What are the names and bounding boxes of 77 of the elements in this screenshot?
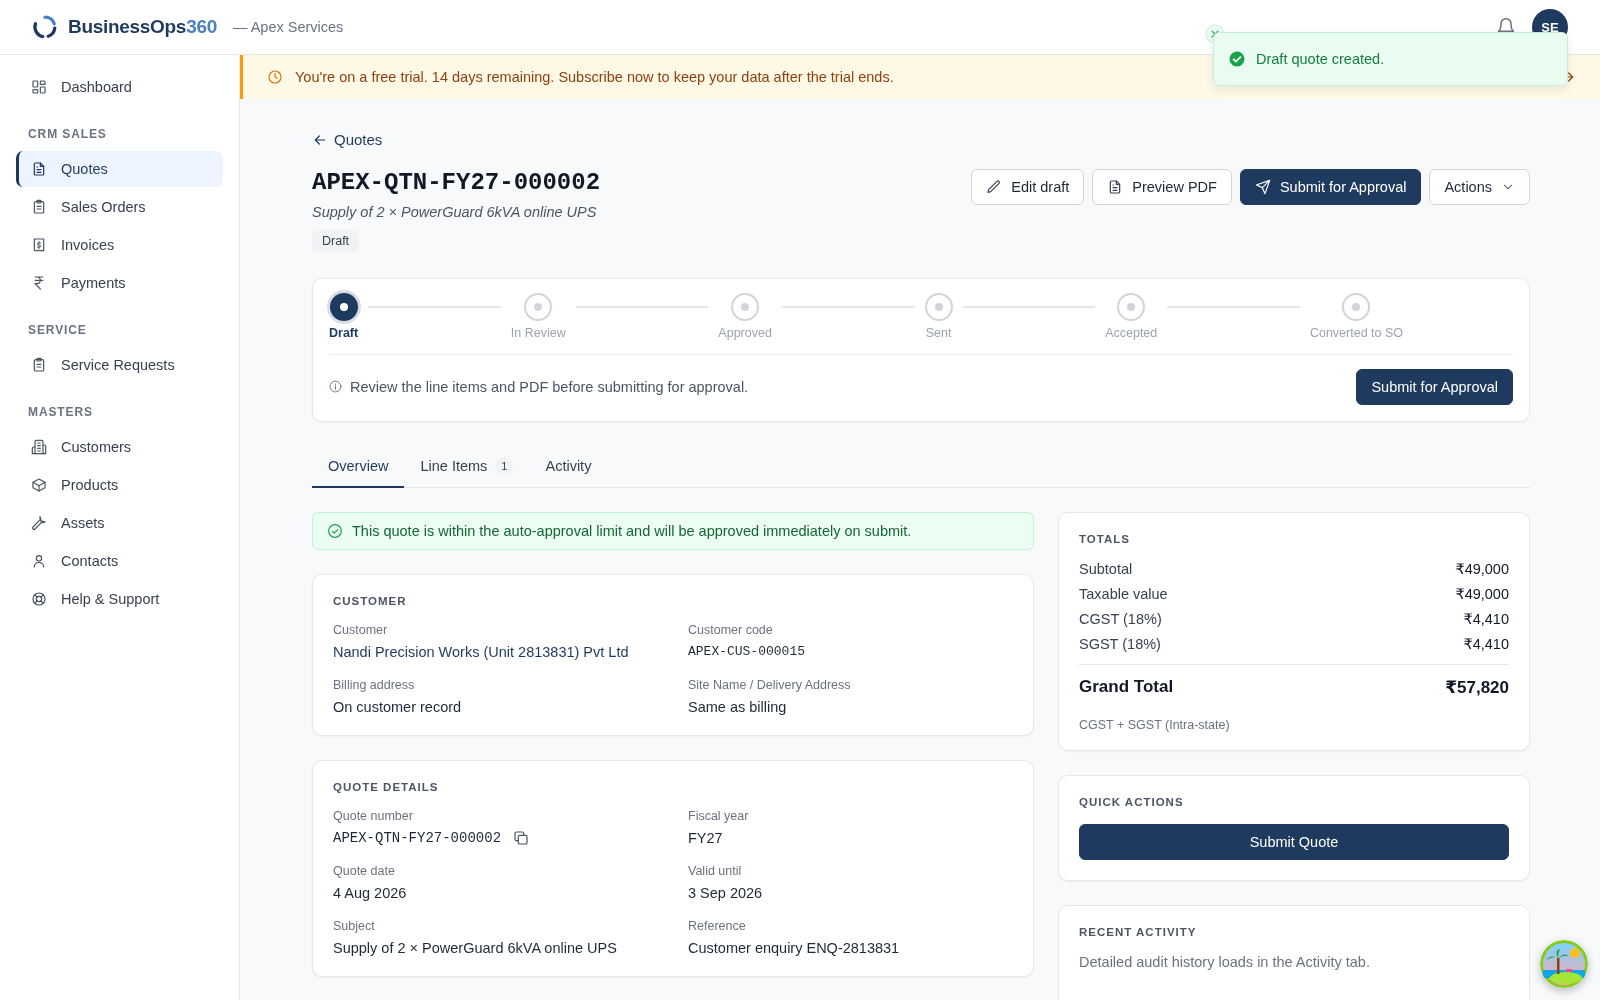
toast-message: Draft quote created.	[1256, 51, 1385, 67]
total-amount: ₹4,410	[1463, 635, 1509, 652]
step-label: Sent	[925, 325, 952, 340]
sidebar-item[interactable]: Contacts	[16, 543, 223, 579]
grand-total-label: Grand Total	[1079, 676, 1174, 698]
field-label: Billing address	[333, 677, 416, 692]
total-label: Taxable value	[1079, 585, 1168, 602]
section-heading: CRM SALES	[27, 127, 108, 141]
sidebar-item[interactable]: Assets	[16, 505, 223, 541]
field-label: Customer code	[688, 622, 774, 637]
field-value: APEX-CUS-000015	[688, 643, 806, 659]
field-label: Subject	[333, 918, 376, 933]
tax-note: CGST + SGST (Intra-state)	[1079, 717, 1231, 732]
total-label: Subtotal	[1079, 560, 1133, 577]
brand-name: BusinessOps360	[68, 16, 217, 38]
customer-link[interactable]: Nandi Precision Works (Unit 2813831) Pvt Ltd	[333, 643, 629, 660]
field-value: FY27	[688, 829, 723, 846]
field-value: Supply of 2 × PowerGuard 6kVA online UPS	[333, 939, 617, 956]
total-amount: ₹49,000	[1455, 560, 1509, 577]
count-badge: 1	[495, 457, 514, 474]
field-label: Quote date	[333, 863, 396, 878]
dropdown-button[interactable]: Actions	[1429, 168, 1530, 205]
step-label: Converted to SO	[1309, 325, 1403, 340]
field-value: Same as billing	[688, 698, 787, 715]
sidebar-item[interactable]: Help & Support	[16, 581, 223, 617]
total-amount: ₹4,410	[1463, 610, 1509, 627]
workspace-name: — Apex Services	[232, 19, 344, 35]
activity-text: Detailed audit history loads in the Activity tab.	[1079, 953, 1371, 970]
step-label: Draft	[329, 325, 359, 340]
step-label: Approved	[718, 325, 772, 340]
sidebar-item[interactable]: Service Requests	[16, 347, 223, 383]
sidebar-item[interactable]: Products	[16, 467, 223, 503]
tab[interactable]: Overview	[312, 445, 405, 488]
field-value: 4 Aug 2026	[333, 884, 407, 901]
total-label: CGST (18%)	[1079, 610, 1162, 627]
toolbar-button[interactable]: Preview PDF	[1092, 168, 1232, 205]
alert-message: This quote is within the auto-approval limit and will be approved immediately on submit.	[352, 522, 912, 539]
field-value: Customer enquiry ENQ-2813831	[688, 939, 900, 956]
sidebar-item[interactable]: Dashboard	[16, 69, 223, 105]
back-link[interactable]: Quotes	[312, 131, 383, 148]
field-label: Site Name / Delivery Address	[688, 677, 852, 692]
sidebar-item[interactable]: Quotes	[16, 151, 223, 187]
sidebar-item[interactable]: Invoices	[16, 227, 223, 263]
hint-text: Review the line items and PDF before submitting for approval.	[350, 378, 749, 395]
primary-button[interactable]: Submit for Approval	[1356, 368, 1513, 405]
total-amount: ₹49,000	[1455, 585, 1509, 602]
grand-total-amount: ₹57,820	[1445, 676, 1509, 698]
card-heading: QUICK ACTIONS	[1079, 795, 1185, 808]
status-badge: Draft	[312, 229, 360, 252]
toolbar-button[interactable]: Edit draft	[971, 168, 1085, 205]
field-value: On customer record	[333, 698, 462, 715]
tab[interactable]: Activity	[529, 445, 608, 488]
field-label: Fiscal year	[688, 808, 750, 823]
field-value: 3 Sep 2026	[688, 884, 763, 901]
field-label: Customer	[333, 622, 389, 637]
field-value: APEX-QTN-FY27-000002	[333, 829, 502, 846]
primary-button[interactable]: Submit for Approval	[1239, 168, 1422, 205]
sidebar-item[interactable]: Payments	[16, 265, 223, 301]
sidebar-item[interactable]: Customers	[16, 429, 223, 465]
step-label: Accepted	[1105, 325, 1158, 340]
primary-button[interactable]: Submit Quote	[1079, 823, 1509, 860]
tab[interactable]: Line Items 1	[404, 445, 530, 488]
field-label: Valid until	[688, 863, 743, 878]
quote-number: APEX-QTN-FY27-000002	[312, 168, 601, 196]
step-label: In Review	[510, 325, 566, 340]
total-label: SGST (18%)	[1079, 635, 1161, 652]
card-heading: TOTALS	[1079, 532, 1131, 545]
card-heading: CUSTOMER	[333, 594, 408, 607]
card-heading: QUOTE DETAILS	[333, 780, 440, 793]
field-label: Quote number	[333, 808, 414, 823]
field-label: Reference	[688, 918, 747, 933]
sidebar-item[interactable]: Sales Orders	[16, 189, 223, 225]
section-heading: SERVICE	[27, 323, 88, 337]
quote-subject: Supply of 2 × PowerGuard 6kVA online UPS	[312, 203, 598, 220]
section-heading: MASTERS	[27, 405, 94, 419]
card-heading: RECENT ACTIVITY	[1079, 925, 1198, 938]
trial-message: You're on a free trial. 14 days remaining. Subscribe now to keep your data after the trial ends.	[295, 69, 894, 85]
